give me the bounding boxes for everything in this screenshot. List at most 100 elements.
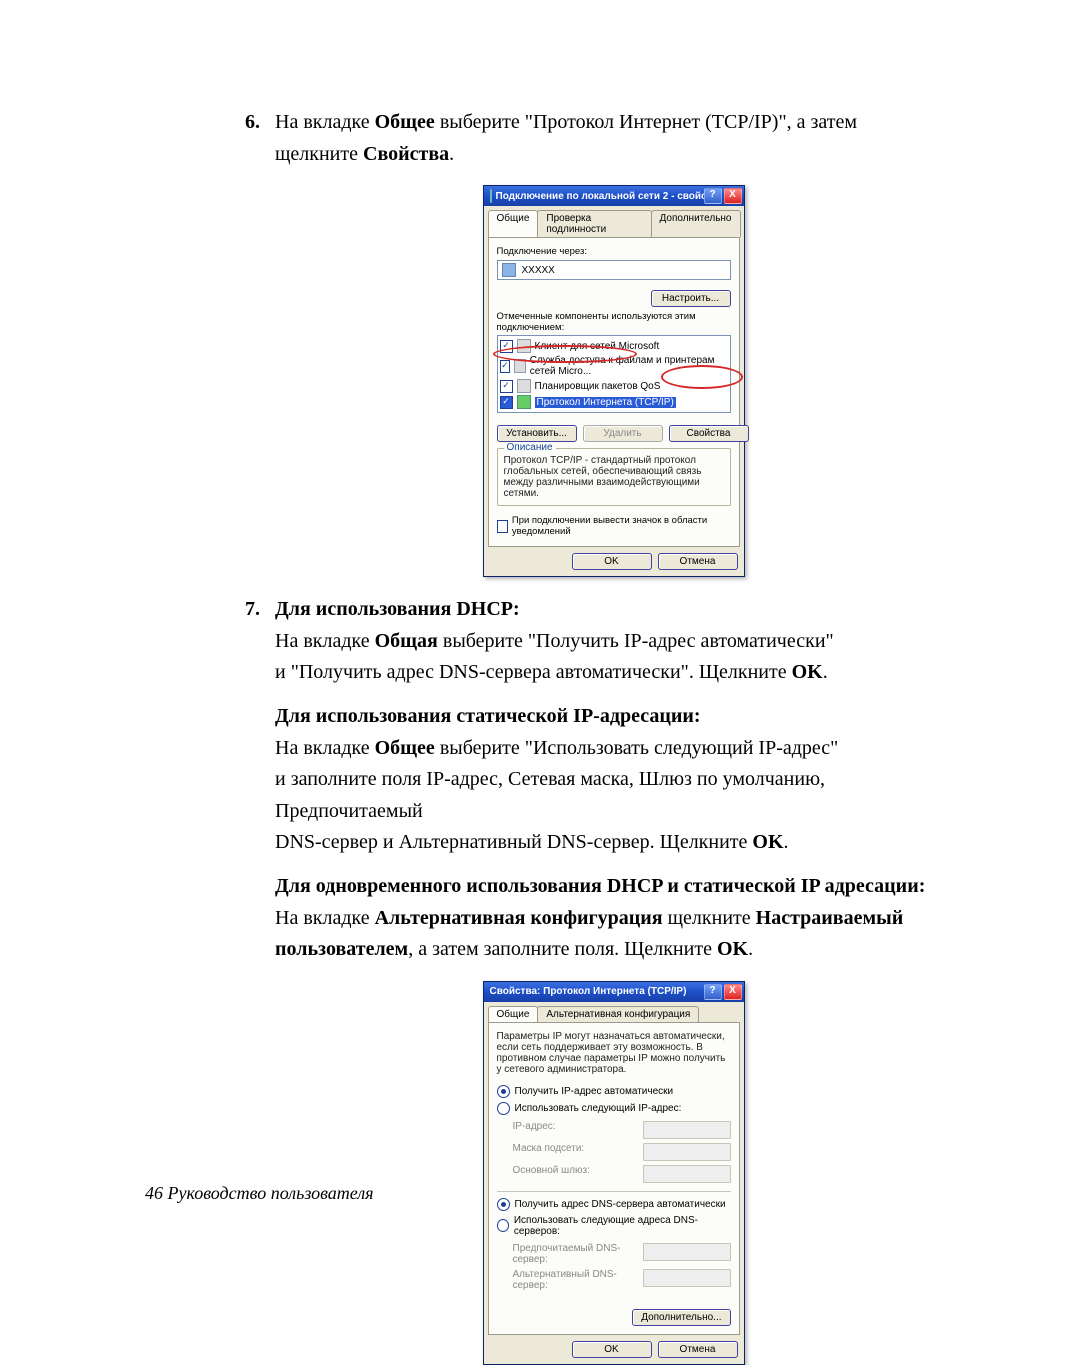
step7-h3: Для одновременного использования DHCP и … — [275, 874, 980, 900]
gw-label: Основной шлюз: — [513, 1165, 633, 1183]
dns1-input — [643, 1243, 731, 1261]
tcpip-properties-dialog: Свойства: Протокол Интернета (TCP/IP) ? … — [483, 981, 745, 1365]
close-button[interactable]: X — [724, 984, 742, 1000]
t: и "Получить адрес DNS-сервера автоматиче… — [275, 661, 792, 683]
client-icon — [517, 339, 531, 353]
dlg1-titlebar: Подключение по локальной сети 2 - свойс…… — [484, 186, 744, 206]
advanced-button[interactable]: Дополнительно... — [632, 1309, 730, 1326]
radio-icon — [497, 1085, 510, 1098]
checkbox-icon: ✓ — [500, 360, 511, 373]
component-tcpip-label: Протокол Интернета (TCP/IP) — [535, 397, 676, 408]
t: На вкладке — [275, 907, 375, 929]
radio-auto-dns-label: Получить адрес DNS-сервера автоматически — [515, 1199, 726, 1210]
t: пользователем — [275, 938, 408, 960]
radio-use-dns[interactable]: Использовать следующие адреса DNS-сервер… — [497, 1213, 731, 1239]
t: , а затем заполните поля. Щелкните — [408, 938, 717, 960]
mask-input — [643, 1143, 731, 1161]
tab-general[interactable]: Общие — [488, 210, 539, 237]
help-button[interactable]: ? — [704, 188, 722, 204]
t: выберите "Получить IP-адрес автоматическ… — [438, 630, 834, 652]
radio-icon — [497, 1198, 510, 1211]
t: Альтернативная конфигурация — [375, 907, 663, 929]
mask-label: Маска подсети: — [513, 1143, 633, 1161]
component-tcpip[interactable]: ✓ Протокол Интернета (TCP/IP) — [500, 394, 728, 410]
dns2-label: Альтернативный DNS-сервер: — [513, 1269, 633, 1291]
step6-line1b: Общее — [375, 111, 435, 133]
description-title: Описание — [504, 442, 556, 453]
step-6: 6. На вкладке Общее выберите "Протокол И… — [245, 110, 980, 173]
dlg2-title: Свойства: Протокол Интернета (TCP/IP) — [490, 986, 687, 997]
ok-button[interactable]: OK — [572, 553, 652, 570]
radio-auto-ip-label: Получить IP-адрес автоматически — [515, 1086, 674, 1097]
dlg2-titlebar: Свойства: Протокол Интернета (TCP/IP) ? … — [484, 982, 744, 1002]
t: . — [784, 831, 789, 853]
tab-general[interactable]: Общие — [488, 1006, 539, 1022]
radio-icon — [497, 1219, 509, 1232]
t: OK — [752, 831, 783, 853]
t: DNS-сервер и Альтернативный DNS-сервер. … — [275, 831, 752, 853]
dlg2-intro: Параметры IP могут назначаться автоматич… — [497, 1031, 731, 1075]
cancel-button[interactable]: Отмена — [658, 1341, 738, 1358]
components-label: Отмеченные компоненты используются этим … — [497, 311, 731, 333]
component-qos-label: Планировщик пакетов QoS — [535, 381, 661, 392]
radio-icon — [497, 1102, 510, 1115]
t: OK — [717, 938, 748, 960]
tab-auth[interactable]: Проверка подлинности — [537, 210, 651, 237]
adapter-icon — [502, 263, 516, 277]
tray-checkbox[interactable] — [497, 520, 508, 533]
dns2-input — [643, 1269, 731, 1287]
t: и заполните поля IP-адрес, Сетевая маска… — [275, 767, 980, 793]
tab-advanced[interactable]: Дополнительно — [651, 210, 741, 237]
t: Предпочитаемый — [275, 799, 980, 825]
adapter-name: XXXXX — [522, 265, 555, 276]
help-button[interactable]: ? — [704, 984, 722, 1000]
qos-icon — [517, 379, 531, 393]
checkbox-icon: ✓ — [500, 396, 513, 409]
lan-properties-dialog: Подключение по локальной сети 2 - свойс…… — [483, 185, 745, 577]
radio-use-ip[interactable]: Использовать следующий IP-адрес: — [497, 1100, 731, 1117]
step-7: 7. Для использования DHCP: На вкладке Об… — [245, 597, 980, 969]
step6-line2b: Свойства — [363, 143, 449, 165]
install-button[interactable]: Установить... — [497, 425, 577, 442]
radio-use-ip-label: Использовать следующий IP-адрес: — [515, 1103, 682, 1114]
share-icon — [514, 359, 526, 373]
step-6-number: 6. — [245, 110, 275, 173]
network-icon — [490, 189, 492, 203]
ip-input — [643, 1121, 731, 1139]
component-client-label: Клиент для сетей Microsoft — [535, 341, 660, 352]
radio-auto-ip[interactable]: Получить IP-адрес автоматически — [497, 1083, 731, 1100]
t: . — [823, 661, 828, 683]
t: выберите "Использовать следующий IP-адре… — [435, 737, 839, 759]
t: На вкладке — [275, 737, 375, 759]
checkbox-icon: ✓ — [500, 340, 513, 353]
radio-use-dns-label: Использовать следующие адреса DNS-сервер… — [514, 1215, 731, 1237]
step7-h1: Для использования DHCP: — [275, 597, 980, 623]
component-qos[interactable]: ✓ Планировщик пакетов QoS — [500, 378, 728, 394]
t: Настраиваемый — [756, 907, 904, 929]
description-text: Протокол TCP/IP - стандартный протокол г… — [504, 455, 724, 499]
gw-input — [643, 1165, 731, 1183]
step6-line1c: выберите "Протокол Интернет (TCP/IP)", а… — [435, 111, 857, 133]
radio-auto-dns[interactable]: Получить адрес DNS-сервера автоматически — [497, 1196, 731, 1213]
t: щелкните — [663, 907, 756, 929]
t: Общая — [375, 630, 438, 652]
checkbox-icon: ✓ — [500, 380, 513, 393]
step6-line1a: На вкладке — [275, 111, 375, 133]
tray-label: При подключении вывести значок в области… — [512, 515, 731, 537]
component-client[interactable]: ✓ Клиент для сетей Microsoft — [500, 338, 728, 354]
step-7-number: 7. — [245, 597, 275, 969]
ok-button[interactable]: OK — [572, 1341, 652, 1358]
tcpip-icon — [517, 395, 531, 409]
dlg1-title: Подключение по локальной сети 2 - свойс… — [496, 191, 704, 202]
t: На вкладке — [275, 630, 375, 652]
page-footer: 46 Руководство пользователя — [145, 1183, 374, 1204]
component-share[interactable]: ✓ Служба доступа к файлам и принтерам се… — [500, 354, 728, 378]
configure-button[interactable]: Настроить... — [651, 290, 731, 307]
step7-h2: Для использования статической IP-адресац… — [275, 704, 980, 730]
tab-alt-config[interactable]: Альтернативная конфигурация — [537, 1006, 699, 1022]
t: OK — [792, 661, 823, 683]
t: . — [748, 938, 753, 960]
close-button[interactable]: X — [724, 188, 742, 204]
properties-button[interactable]: Свойства — [669, 425, 749, 442]
cancel-button[interactable]: Отмена — [658, 553, 738, 570]
